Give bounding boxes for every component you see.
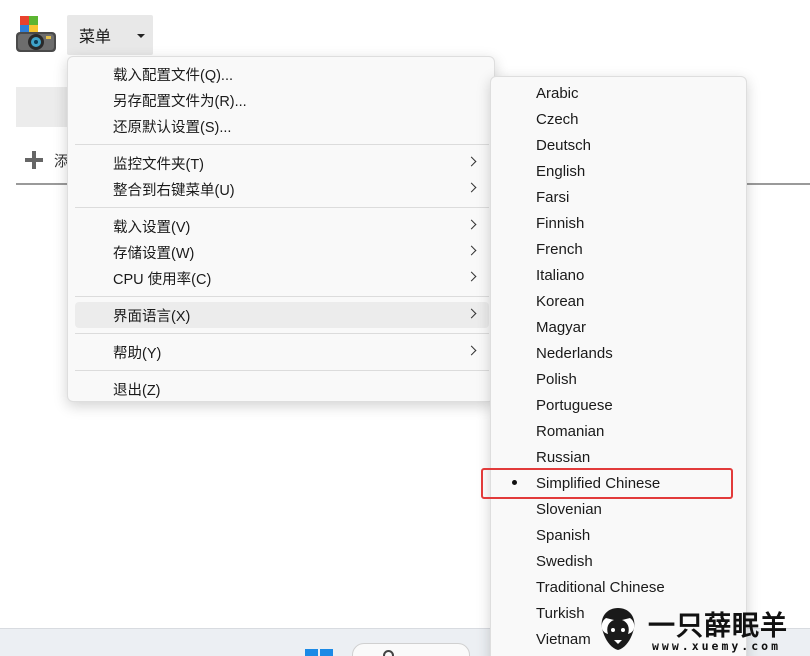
language-option[interactable]: Portuguese (497, 392, 741, 418)
language-option-label: Traditional Chinese (536, 578, 665, 596)
language-option-label: Swedish (536, 552, 593, 570)
search-icon (383, 650, 394, 656)
language-option[interactable]: Magyar (497, 314, 741, 340)
chevron-right-icon (466, 156, 477, 167)
language-option[interactable]: Russian (497, 444, 741, 470)
language-option[interactable]: Swedish (497, 548, 741, 574)
language-option-label: Spanish (536, 526, 591, 544)
language-option-label: Italiano (536, 266, 585, 284)
watermark: 一只薛眠羊 www.xuemy.com (596, 602, 810, 656)
language-option-label: Russian (536, 448, 591, 466)
language-option[interactable]: Romanian (497, 418, 741, 444)
menu-separator (75, 296, 489, 297)
main-menu-label: 菜单 (79, 29, 112, 46)
menu-item[interactable]: 存储设置(W) (75, 239, 489, 265)
language-option-label: Magyar (536, 318, 587, 336)
add-button[interactable]: 添 (24, 148, 69, 172)
menu-item-label: 载入配置文件(Q)... (113, 67, 234, 84)
language-option-label: Slovenian (536, 500, 602, 518)
menu-item[interactable]: 界面语言(X) (75, 302, 489, 328)
language-option[interactable]: Finnish (497, 210, 741, 236)
language-option[interactable]: Korean (497, 288, 741, 314)
language-option-label: Czech (536, 110, 579, 128)
menu-item[interactable]: 载入设置(V) (75, 213, 489, 239)
selection-highlight-box (481, 468, 733, 499)
menu-item-label: CPU 使用率(C) (113, 271, 212, 288)
chevron-right-icon (466, 245, 477, 256)
language-option[interactable]: Arabic (497, 80, 741, 106)
menu-item[interactable]: 退出(Z) (75, 376, 489, 402)
language-option[interactable]: Traditional Chinese (497, 574, 741, 600)
language-option-label: Romanian (536, 422, 605, 440)
menu-item-label: 还原默认设置(S)... (113, 119, 232, 136)
language-option-label: Finnish (536, 214, 585, 232)
chevron-right-icon (466, 182, 477, 193)
app-icon (14, 14, 58, 56)
menu-item-label: 另存配置文件为(R)... (113, 93, 247, 110)
menu-separator (75, 207, 489, 208)
context-menu: 载入配置文件(Q)... 另存配置文件为(R)... 还原默认设置(S)... 监控文… (67, 56, 495, 402)
menu-item-label: 存储设置(W) (113, 245, 195, 262)
language-option-label: Nederlands (536, 344, 613, 362)
language-option-label: Polish (536, 370, 577, 388)
menu-item-label: 退出(Z) (113, 382, 161, 399)
language-option-label: Portuguese (536, 396, 613, 414)
menu-item-label: 界面语言(X) (113, 308, 191, 325)
language-option[interactable]: Farsi (497, 184, 741, 210)
language-option-label: Farsi (536, 188, 570, 206)
chevron-down-icon (137, 34, 145, 38)
language-option[interactable]: Polish (497, 366, 741, 392)
taskbar-search[interactable] (352, 643, 470, 656)
menu-item[interactable]: 载入配置文件(Q)... (75, 61, 489, 87)
chevron-right-icon (466, 308, 477, 319)
language-option-label: Turkish (536, 604, 585, 622)
language-option[interactable]: Slovenian (497, 496, 741, 522)
language-option-label: Arabic (536, 84, 579, 102)
menu-item-label: 载入设置(V) (113, 219, 191, 236)
menu-item-label: 监控文件夹(T) (113, 156, 205, 173)
language-submenu: Arabic Czech Deutsch English Farsi Finnish Fre… (490, 76, 747, 656)
menu-separator (75, 370, 489, 371)
language-option[interactable]: French (497, 236, 741, 262)
language-option[interactable]: Czech (497, 106, 741, 132)
language-option[interactable]: Deutsch (497, 132, 741, 158)
language-option-label: Deutsch (536, 136, 592, 154)
menu-item[interactable]: 还原默认设置(S)... (75, 113, 489, 139)
ram-logo-icon (601, 608, 635, 650)
chevron-right-icon (466, 345, 477, 356)
menu-item[interactable]: 另存配置文件为(R)... (75, 87, 489, 113)
language-option[interactable]: Spanish (497, 522, 741, 548)
windows-start-icon[interactable] (305, 649, 333, 656)
language-option[interactable]: Italiano (497, 262, 741, 288)
menu-item[interactable]: 监控文件夹(T) (75, 150, 489, 176)
watermark-title: 一只薛眠羊 (648, 611, 788, 642)
language-option-label: English (536, 162, 586, 180)
menu-item-label: 整合到右键菜单(U) (113, 182, 235, 199)
menu-separator (75, 144, 489, 145)
language-option[interactable]: Nederlands (497, 340, 741, 366)
plus-icon (24, 150, 44, 170)
language-option-label: Korean (536, 292, 585, 310)
menu-separator (75, 333, 489, 334)
menu-item[interactable]: CPU 使用率(C) (75, 265, 489, 291)
language-option-label: French (536, 240, 583, 258)
watermark-url: www.xuemy.com (652, 639, 782, 653)
menu-item[interactable]: 帮助(Y) (75, 339, 489, 365)
chevron-right-icon (466, 219, 477, 230)
language-option-label: Vietnam (536, 630, 591, 648)
menu-item[interactable]: 整合到右键菜单(U) (75, 176, 489, 202)
language-option[interactable]: English (497, 158, 741, 184)
menu-item-label: 帮助(Y) (113, 345, 162, 362)
main-menu-button[interactable]: 菜单 (67, 15, 153, 55)
chevron-right-icon (466, 271, 477, 282)
